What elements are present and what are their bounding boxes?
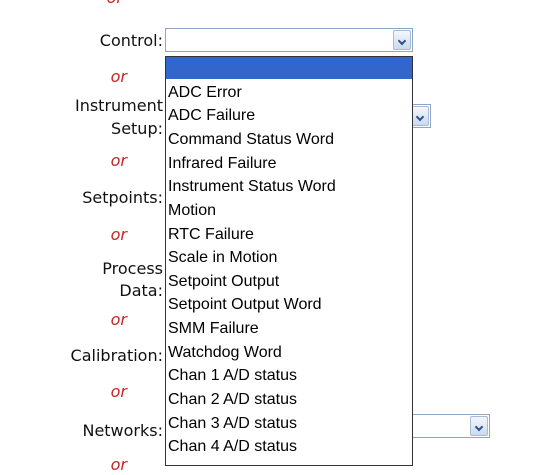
dropdown-option[interactable]: Setpoint Output bbox=[168, 270, 412, 294]
calibration-label: Calibration: bbox=[70, 346, 163, 365]
dropdown-option[interactable]: Command Status Word bbox=[168, 128, 412, 152]
dropdown-option[interactable]: Watchdog Word bbox=[168, 341, 412, 365]
dropdown-option[interactable]: SMM Failure bbox=[168, 317, 412, 341]
dropdown-option[interactable]: Chan 3 A/D status bbox=[168, 412, 412, 436]
dropdown-option[interactable]: Chan 2 A/D status bbox=[168, 388, 412, 412]
control-select[interactable] bbox=[165, 28, 413, 52]
chevron-down-icon[interactable] bbox=[411, 106, 429, 126]
dropdown-option[interactable]: Chan 1 A/D status bbox=[168, 364, 412, 388]
process-data-label-line2: Data: bbox=[119, 281, 163, 300]
dropdown-option[interactable]: Instrument Status Word bbox=[168, 175, 412, 199]
or-separator-4: or bbox=[110, 310, 127, 329]
chevron-down-icon[interactable] bbox=[470, 416, 488, 436]
networks-label: Networks: bbox=[82, 421, 163, 440]
or-separator-6: or bbox=[110, 455, 127, 474]
dropdown-option[interactable]: Chan 4 A/D status bbox=[168, 435, 412, 459]
dropdown-option[interactable]: RTC Failure bbox=[168, 223, 412, 247]
process-data-label-line1: Process bbox=[102, 259, 163, 278]
or-separator-5: or bbox=[110, 382, 127, 401]
dropdown-option[interactable]: Scale in Motion bbox=[168, 246, 412, 270]
dropdown-option[interactable]: ADC Failure bbox=[168, 104, 412, 128]
or-separator-2: or bbox=[110, 151, 127, 170]
dropdown-option[interactable] bbox=[168, 57, 412, 81]
dropdown-option[interactable]: Infrared Failure bbox=[168, 152, 412, 176]
or-separator-top: or bbox=[107, 0, 123, 8]
chevron-down-icon[interactable] bbox=[393, 30, 411, 50]
instrument-setup-label-line2: Setup: bbox=[111, 119, 163, 138]
setpoints-label: Setpoints: bbox=[82, 188, 163, 207]
instrument-setup-label-line1: Instrument bbox=[74, 96, 163, 115]
dropdown-option[interactable]: Motion bbox=[168, 199, 412, 223]
control-label: Control: bbox=[99, 31, 163, 50]
or-separator-3: or bbox=[110, 225, 127, 244]
or-separator-1: or bbox=[110, 67, 127, 86]
dropdown-option[interactable]: Setpoint Output Word bbox=[168, 293, 412, 317]
control-dropdown-list[interactable]: ADC Error ADC Failure Command Status Word I… bbox=[165, 56, 413, 466]
dropdown-option[interactable]: ADC Error bbox=[168, 81, 412, 105]
